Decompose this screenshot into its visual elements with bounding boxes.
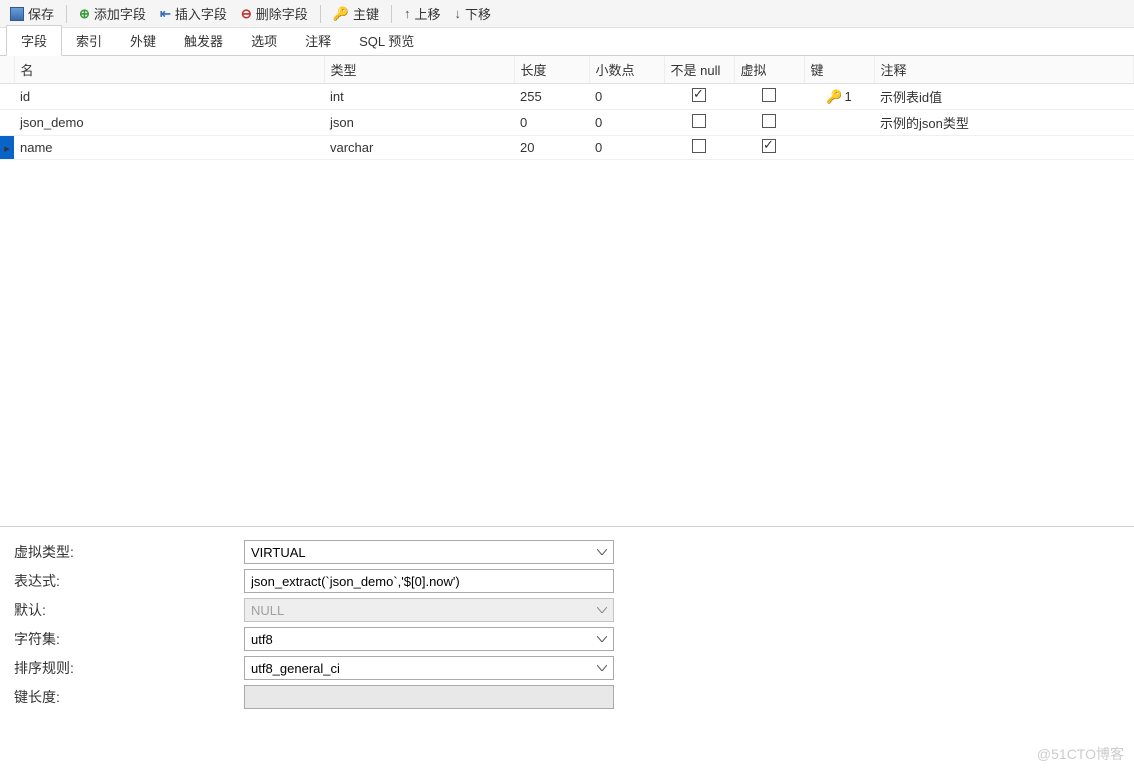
row-marker xyxy=(0,136,14,160)
keylen-input xyxy=(244,685,614,709)
move-down-label: 下移 xyxy=(465,4,491,23)
tab-options[interactable]: 选项 xyxy=(237,26,291,55)
tab-fields[interactable]: 字段 xyxy=(6,25,62,56)
keylen-label: 键长度: xyxy=(14,687,244,707)
table-row[interactable]: json_demojson00示例的json类型 xyxy=(0,110,1134,136)
save-label: 保存 xyxy=(28,4,54,23)
fields-grid[interactable]: 名 类型 长度 小数点 不是 null 虚拟 键 注释 idint2550🔑1示… xyxy=(0,56,1134,160)
fields-grid-wrap: 名 类型 长度 小数点 不是 null 虚拟 键 注释 idint2550🔑1示… xyxy=(0,56,1134,526)
cell-name[interactable]: json_demo xyxy=(14,110,324,136)
cell-type[interactable]: int xyxy=(324,84,514,110)
cell-not-null[interactable] xyxy=(664,136,734,160)
col-type-header[interactable]: 类型 xyxy=(324,56,514,84)
cell-type[interactable]: json xyxy=(324,110,514,136)
cell-note[interactable] xyxy=(874,136,1134,160)
col-decimals-header[interactable]: 小数点 xyxy=(589,56,664,84)
delete-field-label: 删除字段 xyxy=(256,4,308,23)
minus-icon: ⊖ xyxy=(241,6,252,22)
virtual-type-label: 虚拟类型: xyxy=(14,542,244,562)
checkbox-icon[interactable] xyxy=(762,88,776,102)
move-down-button[interactable]: 下移 xyxy=(449,2,498,25)
checkbox-icon[interactable] xyxy=(762,114,776,128)
insert-field-label: 插入字段 xyxy=(175,4,227,23)
collation-select[interactable]: utf8_general_ci xyxy=(244,656,614,680)
key-icon: 🔑 xyxy=(333,6,349,22)
move-up-label: 上移 xyxy=(414,4,440,23)
cell-decimals[interactable]: 0 xyxy=(589,136,664,160)
key-number: 1 xyxy=(844,89,851,104)
collation-label: 排序规则: xyxy=(14,658,244,678)
tab-sql-preview[interactable]: SQL 预览 xyxy=(345,26,428,55)
cell-key[interactable]: 🔑1 xyxy=(804,84,874,110)
col-name-header[interactable]: 名 xyxy=(14,56,324,84)
tab-foreign-keys[interactable]: 外键 xyxy=(116,26,170,55)
table-row[interactable]: namevarchar200 xyxy=(0,136,1134,160)
cell-note[interactable]: 示例表id值 xyxy=(874,84,1134,110)
cell-not-null[interactable] xyxy=(664,84,734,110)
delete-field-button[interactable]: ⊖ 删除字段 xyxy=(235,2,314,25)
col-length-header[interactable]: 长度 xyxy=(514,56,589,84)
primary-key-label: 主键 xyxy=(353,4,379,23)
cell-length[interactable]: 20 xyxy=(514,136,589,160)
cell-length[interactable]: 0 xyxy=(514,110,589,136)
cell-name[interactable]: id xyxy=(14,84,324,110)
cell-virtual[interactable] xyxy=(734,136,804,160)
field-properties-panel: 虚拟类型: VIRTUAL 表达式: 默认: NULL 字符集: utf8 排序… xyxy=(0,526,1134,722)
insert-field-button[interactable]: ⇤ 插入字段 xyxy=(154,2,233,25)
cell-key[interactable] xyxy=(804,136,874,160)
cell-key[interactable] xyxy=(804,110,874,136)
col-key-header[interactable]: 键 xyxy=(804,56,874,84)
col-marker xyxy=(0,56,14,84)
separator xyxy=(66,5,67,23)
charset-select[interactable]: utf8 xyxy=(244,627,614,651)
tabs: 字段 索引 外键 触发器 选项 注释 SQL 预览 xyxy=(0,28,1134,56)
cell-type[interactable]: varchar xyxy=(324,136,514,160)
checkbox-icon[interactable] xyxy=(692,114,706,128)
toolbar: 保存 ⊕ 添加字段 ⇤ 插入字段 ⊖ 删除字段 🔑 主键 上移 下移 xyxy=(0,0,1134,28)
row-marker xyxy=(0,84,14,110)
virtual-type-select[interactable]: VIRTUAL xyxy=(244,540,614,564)
checkbox-icon[interactable] xyxy=(762,139,776,153)
table-row[interactable]: idint2550🔑1示例表id值 xyxy=(0,84,1134,110)
expression-label: 表达式: xyxy=(14,571,244,591)
add-field-button[interactable]: ⊕ 添加字段 xyxy=(73,2,152,25)
col-notnull-header[interactable]: 不是 null xyxy=(664,56,734,84)
primary-key-button[interactable]: 🔑 主键 xyxy=(327,2,385,25)
row-marker xyxy=(0,110,14,136)
tab-comment[interactable]: 注释 xyxy=(291,26,345,55)
default-select: NULL xyxy=(244,598,614,622)
arrow-down-icon xyxy=(455,6,462,21)
expression-input[interactable] xyxy=(244,569,614,593)
cell-length[interactable]: 255 xyxy=(514,84,589,110)
add-field-label: 添加字段 xyxy=(94,4,146,23)
save-icon xyxy=(10,7,24,21)
separator xyxy=(320,5,321,23)
charset-label: 字符集: xyxy=(14,629,244,649)
cell-name[interactable]: name xyxy=(14,136,324,160)
insert-icon: ⇤ xyxy=(160,6,171,22)
key-icon: 🔑 xyxy=(826,89,842,104)
move-up-button[interactable]: 上移 xyxy=(398,2,447,25)
tab-triggers[interactable]: 触发器 xyxy=(170,26,237,55)
cell-virtual[interactable] xyxy=(734,110,804,136)
tab-indexes[interactable]: 索引 xyxy=(62,26,116,55)
checkbox-icon[interactable] xyxy=(692,139,706,153)
cell-not-null[interactable] xyxy=(664,110,734,136)
cell-decimals[interactable]: 0 xyxy=(589,110,664,136)
checkbox-icon[interactable] xyxy=(692,88,706,102)
default-label: 默认: xyxy=(14,600,244,620)
col-note-header[interactable]: 注释 xyxy=(874,56,1134,84)
save-button[interactable]: 保存 xyxy=(4,2,60,25)
cell-decimals[interactable]: 0 xyxy=(589,84,664,110)
watermark: @51CTO博客 xyxy=(1037,744,1124,764)
cell-virtual[interactable] xyxy=(734,84,804,110)
plus-icon: ⊕ xyxy=(79,6,90,22)
col-virtual-header[interactable]: 虚拟 xyxy=(734,56,804,84)
separator xyxy=(391,5,392,23)
cell-note[interactable]: 示例的json类型 xyxy=(874,110,1134,136)
arrow-up-icon xyxy=(404,6,411,21)
